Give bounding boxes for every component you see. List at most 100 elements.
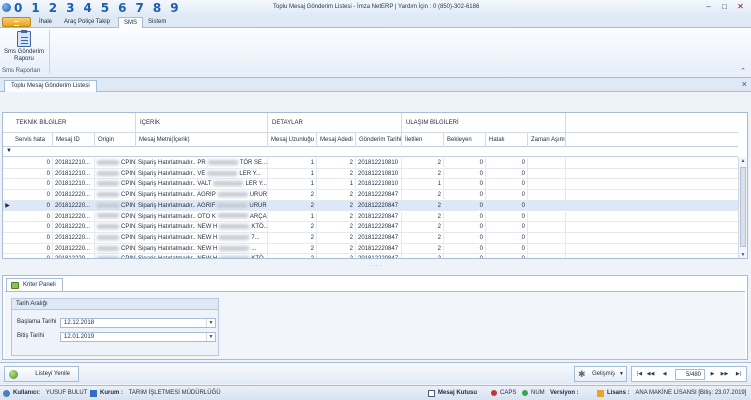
cell-hatali: 0 bbox=[486, 254, 528, 258]
end-date-field[interactable]: 12.01.2019 ▼ bbox=[60, 332, 216, 342]
digit-7[interactable]: 7 bbox=[136, 1, 144, 15]
start-date-dropdown-icon[interactable]: ▼ bbox=[206, 319, 215, 327]
advanced-button[interactable]: ✱ Gelişmiş ▼ bbox=[574, 366, 627, 382]
advanced-dropdown-icon[interactable]: ▼ bbox=[619, 367, 624, 381]
table-row[interactable]: 0201812210...CPIN...Sipariş Hatırlatmadı… bbox=[3, 168, 738, 180]
table-row[interactable]: 0201812210...CPIN...Sipariş Hatırlatmadı… bbox=[3, 158, 738, 169]
digit-8[interactable]: 8 bbox=[153, 1, 161, 15]
cell-uzunluk: 2 bbox=[268, 254, 317, 258]
col-zaman-asimi[interactable]: Zaman Aşımı bbox=[528, 133, 566, 147]
band-icerik[interactable]: İÇERİK bbox=[136, 113, 268, 133]
collapse-ribbon-icon[interactable]: ⌃ bbox=[740, 67, 746, 75]
col-mesaj-metni[interactable]: Mesaj Metni(İçerik) bbox=[136, 133, 268, 147]
col-bekleyen[interactable]: Bekleyen bbox=[444, 133, 486, 147]
prev-fast-icon[interactable]: ◀◀ bbox=[646, 369, 655, 380]
first-page-icon[interactable]: |◀ bbox=[635, 369, 644, 380]
tab-ihale[interactable]: İhale bbox=[34, 17, 57, 28]
cell-servis: 0 bbox=[12, 179, 53, 190]
tab-kriter-paneli[interactable]: Kriter Paneli bbox=[6, 278, 63, 291]
tab-sms[interactable]: SMS bbox=[118, 17, 144, 28]
table-row[interactable]: 0201812220...CPIN...Sipariş Hatırlatmadı… bbox=[3, 190, 738, 201]
org-label: Kurum : bbox=[100, 390, 123, 396]
cell-tarih: 201812220847 bbox=[356, 254, 402, 258]
band-ulasim[interactable]: ULAŞIM BİLGİLERİ bbox=[402, 113, 566, 133]
refresh-list-button[interactable]: Listeyi Yenile bbox=[4, 366, 79, 382]
table-row[interactable]: 0201812220...CPIN...Sipariş Hatırlatmadı… bbox=[3, 254, 738, 258]
digit-3[interactable]: 3 bbox=[66, 1, 74, 15]
num-indicator-icon bbox=[522, 390, 528, 396]
scroll-down-icon[interactable]: ▼ bbox=[739, 251, 747, 258]
cell-tarih: 201812210810 bbox=[356, 168, 402, 179]
sms-report-button[interactable]: Sms Gönderim Raporu bbox=[4, 30, 45, 63]
user-icon bbox=[3, 390, 10, 397]
start-date-field[interactable]: 12.12.2018 ▼ bbox=[60, 318, 216, 328]
digit-0[interactable]: 0 bbox=[14, 1, 22, 15]
digit-4[interactable]: 4 bbox=[83, 1, 91, 15]
digit-2[interactable]: 2 bbox=[49, 1, 57, 15]
grid-vertical-scrollbar[interactable]: ▲ ▼ bbox=[738, 157, 747, 258]
col-mesaj-uzunlugu[interactable]: Mesaj Uzunluğu bbox=[268, 133, 317, 147]
table-row[interactable]: 0201812220...CPIN...Sipariş Hatırlatmadı… bbox=[3, 243, 738, 255]
cell-iletilen: 2 bbox=[402, 243, 444, 254]
col-gonderim-tarihi[interactable]: Gönderim Tarihi bbox=[356, 133, 402, 147]
next-fast-icon[interactable]: ▶▶ bbox=[720, 369, 729, 380]
digit-6[interactable]: 6 bbox=[118, 1, 126, 15]
caps-indicator-icon bbox=[491, 390, 497, 396]
prev-page-icon[interactable]: ◀ bbox=[660, 369, 669, 380]
tab-toplu-mesaj-listesi[interactable]: Toplu Mesaj Gönderim Listesi bbox=[4, 80, 97, 92]
table-row[interactable]: ▶0201812220...CPIN...Sipariş Hatırlatmad… bbox=[3, 200, 738, 212]
table-row[interactable]: 0201812210...CPIN...Sipariş Hatırlatmadı… bbox=[3, 179, 738, 191]
cell-origin: CPIN... bbox=[95, 211, 136, 222]
sms-report-label-1: Sms Gönderim bbox=[4, 49, 45, 55]
tab-sistem[interactable]: Sistem bbox=[143, 17, 171, 28]
scroll-up-icon[interactable]: ▲ bbox=[739, 157, 747, 165]
col-mesaj-id[interactable]: Mesaj ID bbox=[53, 133, 95, 147]
band-detaylar[interactable]: DETAYLAR bbox=[268, 113, 402, 133]
cell-origin: CPIN... bbox=[95, 168, 136, 179]
sms-report-label-2: Raporu bbox=[14, 56, 34, 62]
cell-bekleyen: 0 bbox=[444, 254, 486, 258]
inbox-link[interactable]: Mesaj Kutusu bbox=[438, 390, 477, 396]
user-label: Kullanıcı: bbox=[13, 390, 41, 396]
col-iletilen[interactable]: İletilen bbox=[402, 133, 444, 147]
maximize-icon[interactable]: □ bbox=[718, 2, 731, 12]
cell-hatali: 0 bbox=[486, 168, 528, 179]
cell-iletilen: 2 bbox=[402, 158, 444, 168]
version-label: Versiyon : bbox=[550, 390, 579, 396]
scroll-thumb[interactable] bbox=[740, 167, 746, 247]
col-servis-hata[interactable]: Servis hata bbox=[12, 133, 53, 147]
splitter-handle[interactable]: · · · · bbox=[2, 260, 748, 274]
close-icon[interactable]: ✕ bbox=[734, 2, 747, 12]
band-teknik[interactable]: TEKNİK BİLGİLER bbox=[12, 113, 136, 133]
cell-bekleyen: 0 bbox=[444, 211, 486, 222]
digit-9[interactable]: 9 bbox=[170, 1, 178, 15]
cell-bekleyen: 0 bbox=[444, 200, 486, 211]
app-menu-button[interactable] bbox=[2, 17, 31, 27]
col-origin[interactable]: Origin bbox=[95, 133, 136, 147]
tab-arac-police-takip[interactable]: Araç Poliçe Takip bbox=[59, 17, 115, 28]
close-document-icon[interactable]: × bbox=[742, 79, 747, 90]
col-hatali[interactable]: Hatalı bbox=[486, 133, 528, 147]
cell-tarih: 201812220847 bbox=[356, 200, 402, 211]
table-row[interactable]: 0201812220...CPIN...Sipariş Hatırlatmadı… bbox=[3, 222, 738, 233]
cell-origin: CPIN... bbox=[95, 200, 136, 211]
cell-tarih: 201812220847 bbox=[356, 211, 402, 222]
user-block: Kullanıcı: YUSUF BULUT bbox=[13, 390, 87, 396]
advanced-label: Gelişmiş bbox=[592, 371, 616, 377]
col-mesaj-adedi[interactable]: Mesaj Adedi bbox=[317, 133, 356, 147]
app-logo-icon[interactable] bbox=[2, 3, 11, 12]
last-page-icon[interactable]: ▶| bbox=[734, 369, 743, 380]
cell-origin: CPIN... bbox=[95, 222, 136, 233]
page-indicator[interactable]: 5/480 bbox=[675, 369, 705, 380]
digit-1[interactable]: 1 bbox=[31, 1, 39, 15]
next-page-icon[interactable]: ▶ bbox=[708, 369, 717, 380]
cell-adet: 2 bbox=[317, 200, 356, 211]
minimize-icon[interactable]: – bbox=[702, 2, 715, 12]
end-date-dropdown-icon[interactable]: ▼ bbox=[206, 333, 215, 341]
cell-text: Sipariş Hatırlatmadır.. NEW HKTÖ... bbox=[136, 254, 268, 258]
auto-filter-row[interactable]: ▼ bbox=[3, 147, 738, 157]
digit-5[interactable]: 5 bbox=[101, 1, 109, 15]
row-indicator: ▶ bbox=[5, 202, 10, 209]
table-row[interactable]: 0201812220...CPIN...Sipariş Hatırlatmadı… bbox=[3, 211, 738, 223]
table-row[interactable]: 0201812220...CPIN...Sipariş Hatırlatmadı… bbox=[3, 232, 738, 244]
